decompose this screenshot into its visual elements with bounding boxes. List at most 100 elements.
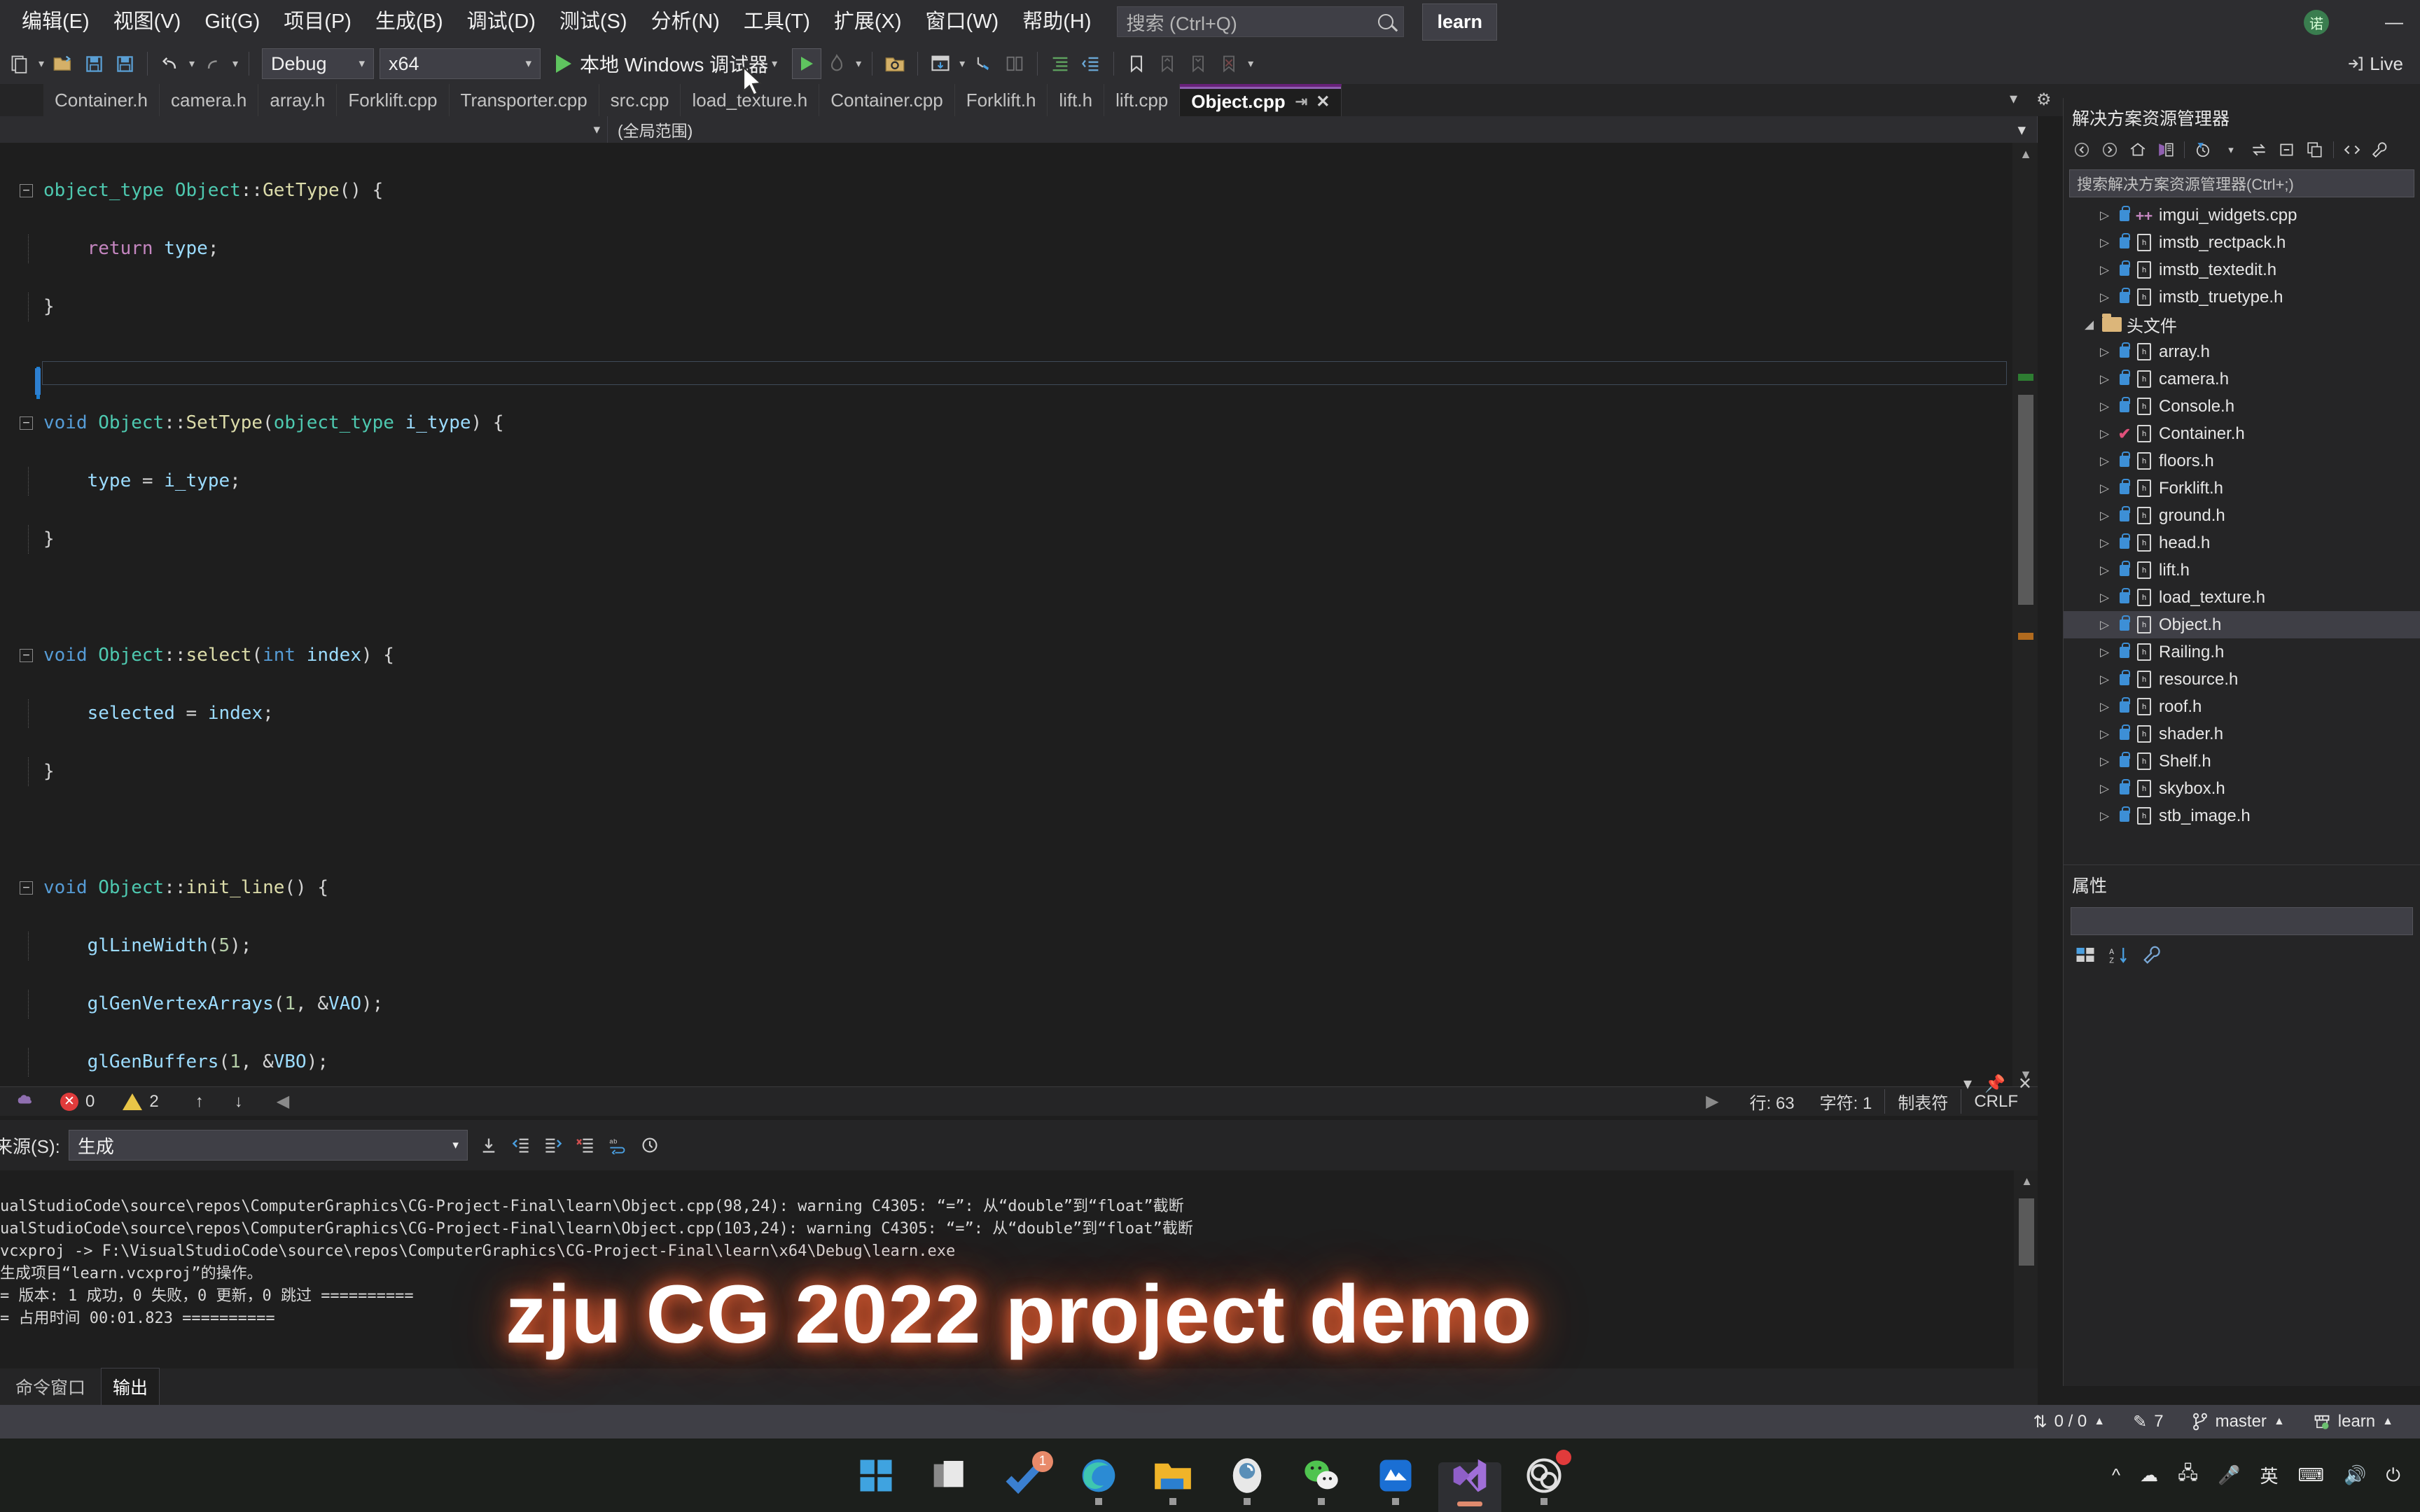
panel-close-icon[interactable]: ✕: [2018, 1074, 2032, 1094]
menu-item-help[interactable]: 帮助(H): [1010, 0, 1103, 43]
chevron-right-icon[interactable]: ▷: [2100, 345, 2115, 359]
scroll-up-icon[interactable]: ▲: [2019, 147, 2032, 162]
editor-scroll-thumb[interactable]: [2018, 395, 2033, 605]
microsoft-edge-button[interactable]: [1077, 1454, 1120, 1505]
solution-explorer-item[interactable]: ▷ h resource.h: [2064, 666, 2420, 693]
indent-mode-indicator[interactable]: 制表符: [1884, 1089, 1962, 1114]
chevron-right-icon[interactable]: ▷: [2100, 290, 2115, 304]
minimize-icon[interactable]: —: [2368, 0, 2420, 43]
file-explorer-button[interactable]: [1151, 1454, 1195, 1505]
output-source-combo[interactable]: 生成 ▾: [68, 1130, 468, 1161]
prev-message-icon[interactable]: [507, 1130, 535, 1161]
categorized-view-icon[interactable]: [2072, 943, 2099, 967]
solution-explorer-item[interactable]: ▷ h Railing.h: [2064, 638, 2420, 666]
solution-explorer-item[interactable]: ▷ h load_texture.h: [2064, 584, 2420, 611]
tab-array-h[interactable]: array.h: [258, 84, 338, 116]
redo-icon[interactable]: [198, 46, 229, 81]
live-share-button[interactable]: Live: [2346, 53, 2403, 75]
sync-with-active-document-icon[interactable]: [2246, 137, 2272, 162]
collapse-all-icon[interactable]: [2274, 137, 2300, 162]
bookmark-icon[interactable]: [1121, 46, 1152, 81]
next-issue-button[interactable]: ↓: [235, 1092, 243, 1112]
solution-explorer-item[interactable]: ▷ h array.h: [2064, 338, 2420, 365]
solution-explorer-item[interactable]: ▷ h floors.h: [2064, 447, 2420, 475]
show-all-files-icon[interactable]: [2302, 137, 2328, 162]
start-without-debugging-button[interactable]: [792, 48, 822, 79]
solution-explorer-item[interactable]: ▷ h Console.h: [2064, 393, 2420, 420]
solution-explorer-item[interactable]: ▷ h stb_image.h: [2064, 802, 2420, 830]
chevron-right-icon[interactable]: ▷: [2100, 482, 2115, 496]
fold-icon[interactable]: −: [20, 183, 33, 197]
ime-language-indicator[interactable]: 英: [2260, 1462, 2279, 1488]
keyboard-icon[interactable]: ⌨: [2298, 1464, 2325, 1486]
hot-reload-icon[interactable]: [821, 46, 852, 81]
chevron-right-icon[interactable]: ▷: [2100, 727, 2115, 741]
close-icon[interactable]: ✕: [1316, 92, 1330, 112]
prev-bookmark-icon[interactable]: [1152, 46, 1183, 81]
solution-explorer-item[interactable]: ▷ h lift.h: [2064, 556, 2420, 584]
menu-item-test[interactable]: 测试(S): [548, 0, 639, 43]
chevron-right-icon[interactable]: ▷: [2100, 673, 2115, 687]
redo-dropdown-icon[interactable]: ▾: [229, 46, 242, 81]
tab-lift-cpp[interactable]: lift.cpp: [1104, 84, 1181, 116]
step-over-icon[interactable]: [999, 46, 1030, 81]
forward-icon[interactable]: [2097, 137, 2122, 162]
scroll-up-icon[interactable]: ▲: [2021, 1175, 2033, 1189]
picsart-app-button[interactable]: [1225, 1454, 1269, 1505]
solution-view-icon[interactable]: [2153, 137, 2178, 162]
chevron-right-icon[interactable]: ▷: [2100, 263, 2115, 277]
clear-bookmarks-icon[interactable]: [1214, 46, 1244, 81]
scope-dropdown-left[interactable]: ▾: [0, 116, 608, 143]
todo-app-button[interactable]: 1: [1003, 1450, 1053, 1497]
pin-icon[interactable]: ⇥: [1295, 93, 1308, 111]
toggle-timestamp-icon[interactable]: [636, 1130, 664, 1161]
tab-overflow-icon[interactable]: ▾: [2010, 90, 2017, 108]
clear-output-icon[interactable]: [571, 1130, 599, 1161]
microphone-icon[interactable]: 🎤: [2218, 1464, 2240, 1486]
chevron-right-icon[interactable]: ▷: [2100, 209, 2115, 223]
undo-dropdown-icon[interactable]: ▾: [186, 46, 198, 81]
volume-icon[interactable]: 🔊: [2344, 1464, 2366, 1486]
save-icon[interactable]: [78, 46, 109, 81]
chevron-right-icon[interactable]: ▷: [2100, 509, 2115, 523]
output-vertical-scrollbar[interactable]: ▲ ▼: [2014, 1170, 2038, 1386]
tab-container-h[interactable]: Container.h: [43, 84, 160, 116]
filter-dropdown-icon[interactable]: ▾: [2218, 137, 2244, 162]
expand-issues-icon[interactable]: ▶: [1706, 1091, 1718, 1112]
start-debug-dropdown-icon[interactable]: ▾: [768, 46, 781, 81]
menu-item-build[interactable]: 生成(B): [363, 0, 455, 43]
solution-name-button[interactable]: learn: [1422, 3, 1498, 41]
solution-explorer-item[interactable]: ▷ h head.h: [2064, 529, 2420, 556]
dock-tab-command-window[interactable]: 命令窗口: [4, 1368, 97, 1405]
git-branch-selector[interactable]: master ▲: [2178, 1412, 2299, 1432]
eol-indicator[interactable]: CRLF: [1961, 1092, 2031, 1112]
window-layout-dropdown-icon[interactable]: ▾: [956, 46, 968, 81]
editor-vertical-scrollbar[interactable]: ▲ ▼: [2012, 143, 2038, 1086]
indent-decrease-icon[interactable]: [1076, 46, 1106, 81]
solution-explorer-item[interactable]: ▷ h roof.h: [2064, 693, 2420, 720]
breakpoint-marker[interactable]: [35, 368, 41, 395]
menu-item-edit[interactable]: 编辑(E): [10, 0, 102, 43]
chevron-right-icon[interactable]: ▷: [2100, 400, 2115, 414]
solution-explorer-item[interactable]: ▷ h ground.h: [2064, 502, 2420, 529]
tab-transporter-cpp[interactable]: Transporter.cpp: [449, 84, 599, 116]
indent-increase-icon[interactable]: [1045, 46, 1076, 81]
solution-platform-combo[interactable]: x64 ▾: [380, 48, 541, 79]
back-icon[interactable]: [2069, 137, 2094, 162]
fold-icon[interactable]: −: [20, 648, 33, 662]
cloud-icon[interactable]: ☁: [2140, 1464, 2158, 1486]
next-message-icon[interactable]: [539, 1130, 567, 1161]
chevron-right-icon[interactable]: ▷: [2100, 536, 2115, 550]
fold-icon[interactable]: −: [20, 416, 33, 430]
properties-object-combo[interactable]: [2071, 907, 2413, 935]
visual-studio-button[interactable]: [1438, 1454, 1501, 1512]
chevron-right-icon[interactable]: ▷: [2100, 564, 2115, 578]
property-pages-icon[interactable]: [2139, 943, 2166, 967]
window-layout-icon[interactable]: [925, 46, 956, 81]
prev-issue-button[interactable]: ↑: [195, 1092, 204, 1112]
pending-changes[interactable]: ✎ 7: [2119, 1412, 2177, 1432]
tab-src-cpp[interactable]: src.cpp: [599, 84, 681, 116]
source-control-sync[interactable]: ⇅ 0 / 0 ▲: [2019, 1412, 2119, 1432]
view-code-icon[interactable]: [2339, 137, 2365, 162]
error-list-icon[interactable]: [15, 1091, 36, 1112]
